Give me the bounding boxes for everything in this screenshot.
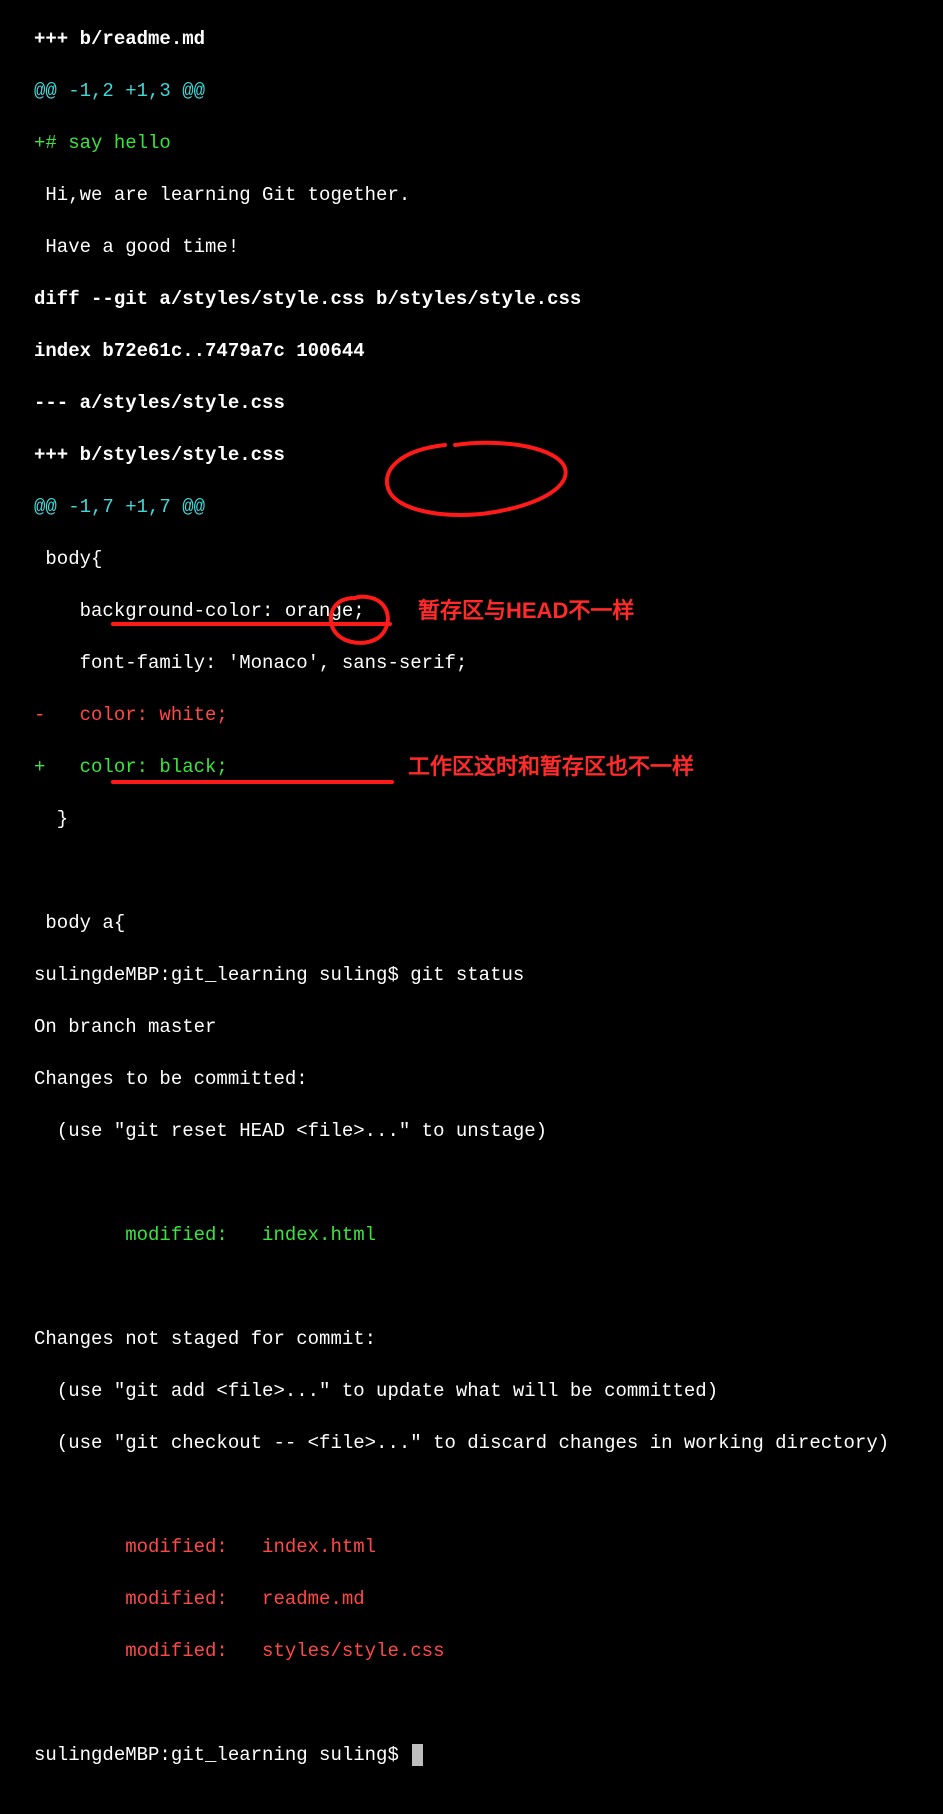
blank-line [34, 1274, 943, 1300]
diff-index-line: index b72e61c..7479a7c 100644 [34, 338, 943, 364]
staged-filename: index.html [262, 1224, 376, 1246]
diff-context-line: Have a good time! [34, 234, 943, 260]
status-not-staged-header: Changes not staged for commit: [34, 1326, 943, 1352]
unstaged-filename: index.html [262, 1536, 376, 1558]
staged-modified-row: modified: index.html [34, 1222, 943, 1248]
staged-label: modified: [34, 1224, 262, 1246]
diff-file-plus: +++ b/readme.md [34, 26, 943, 52]
diff-hunk-header: @@ -1,2 +1,3 @@ [34, 78, 943, 104]
diff-added-line: + color: black; [34, 754, 943, 780]
prompt-line[interactable]: sulingdeMBP:git_learning suling$ [34, 1742, 943, 1768]
diff-context-line: Hi,we are learning Git together. [34, 182, 943, 208]
unstaged-modified-row: modified: index.html [34, 1534, 943, 1560]
status-checkout-hint: (use "git checkout -- <file>..." to disc… [34, 1430, 943, 1456]
diff-command-line: diff --git a/styles/style.css b/styles/s… [34, 286, 943, 312]
diff-added-line: +# say hello [34, 130, 943, 156]
unstaged-filename: readme.md [262, 1588, 365, 1610]
status-to-commit-header: Changes to be committed: [34, 1066, 943, 1092]
blank-line [34, 1482, 943, 1508]
unstaged-label: modified: [34, 1640, 262, 1662]
cursor-block [412, 1744, 423, 1766]
diff-context-line: font-family: 'Monaco', sans-serif; [34, 650, 943, 676]
unstaged-modified-row: modified: readme.md [34, 1586, 943, 1612]
typed-command: git status [399, 964, 524, 986]
terminal-output: +++ b/readme.md @@ -1,2 +1,3 @@ +# say h… [0, 0, 943, 1814]
blank-line [34, 858, 943, 884]
unstaged-modified-row: modified: styles/style.css [34, 1638, 943, 1664]
unstaged-filename: styles/style.css [262, 1640, 444, 1662]
status-branch: On branch master [34, 1014, 943, 1040]
diff-context-line: } [34, 806, 943, 832]
diff-file-minus: --- a/styles/style.css [34, 390, 943, 416]
diff-context-line: background-color: orange; [34, 598, 943, 624]
unstaged-label: modified: [34, 1588, 262, 1610]
blank-line [34, 1170, 943, 1196]
diff-context-line: body{ [34, 546, 943, 572]
diff-removed-line: - color: white; [34, 702, 943, 728]
diff-hunk-header: @@ -1,7 +1,7 @@ [34, 494, 943, 520]
diff-file-plus: +++ b/styles/style.css [34, 442, 943, 468]
shell-prompt: sulingdeMBP:git_learning suling$ [34, 964, 399, 986]
diff-context-line: body a{ [34, 910, 943, 936]
shell-prompt: sulingdeMBP:git_learning suling$ [34, 1744, 399, 1766]
unstaged-label: modified: [34, 1536, 262, 1558]
prompt-line[interactable]: sulingdeMBP:git_learning suling$ git sta… [34, 962, 943, 988]
status-unstage-hint: (use "git reset HEAD <file>..." to unsta… [34, 1118, 943, 1144]
blank-line [34, 1690, 943, 1716]
status-add-hint: (use "git add <file>..." to update what … [34, 1378, 943, 1404]
